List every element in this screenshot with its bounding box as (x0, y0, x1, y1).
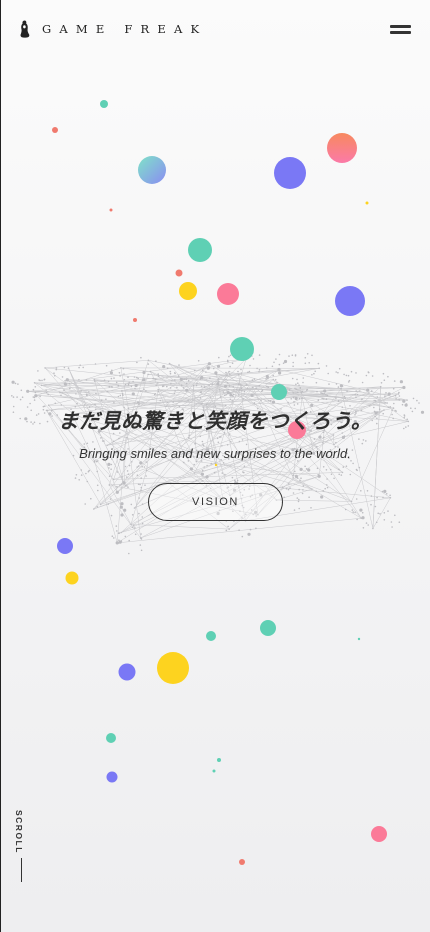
scroll-label: SCROLL (14, 810, 24, 854)
scroll-line (21, 858, 22, 882)
hero-section: まだ見ぬ驚きと笑顔をつくろう。 Bringing smiles and new … (0, 404, 430, 461)
bubble (335, 286, 365, 316)
floating-bubbles (52, 100, 387, 865)
bubble (179, 282, 197, 300)
bubble (239, 859, 245, 865)
game-freak-logo[interactable]: GAME FREAK (20, 20, 207, 38)
bubble (109, 208, 113, 212)
bubble (188, 238, 212, 262)
bubble (274, 157, 306, 189)
bubble (157, 652, 189, 684)
menu-bar-top (390, 25, 411, 28)
hamburger-menu-icon[interactable] (390, 25, 411, 37)
bubble (133, 318, 137, 322)
bubble (327, 133, 357, 163)
bubble (206, 631, 216, 641)
bubble (357, 637, 361, 641)
bubble (118, 663, 136, 681)
menu-bar-bottom (390, 31, 411, 34)
bubble (365, 201, 369, 205)
bubble (230, 337, 254, 361)
hero-title: まだ見ぬ驚きと笑顔をつくろう。 (58, 409, 372, 433)
bubble (212, 769, 216, 773)
bubble (271, 384, 287, 400)
bubble (217, 283, 239, 305)
bubble (57, 538, 73, 554)
bubble (65, 571, 79, 585)
bubble (100, 100, 108, 108)
logo-figure-icon (20, 20, 30, 38)
vision-button[interactable]: VISION (148, 483, 283, 521)
bubble (106, 771, 118, 783)
bubble (52, 127, 58, 133)
bubble (214, 463, 218, 467)
bubble (106, 733, 116, 743)
scroll-indicator[interactable]: SCROLL (14, 810, 30, 882)
hero-subtitle: Bringing smiles and new surprises to the… (79, 446, 351, 461)
bubble (175, 269, 183, 277)
site-header: GAME FREAK (0, 0, 430, 60)
bubble (260, 620, 276, 636)
bubble (217, 758, 221, 762)
bubble (371, 826, 387, 842)
bubble (138, 156, 166, 184)
logo-text: GAME FREAK (42, 22, 208, 36)
